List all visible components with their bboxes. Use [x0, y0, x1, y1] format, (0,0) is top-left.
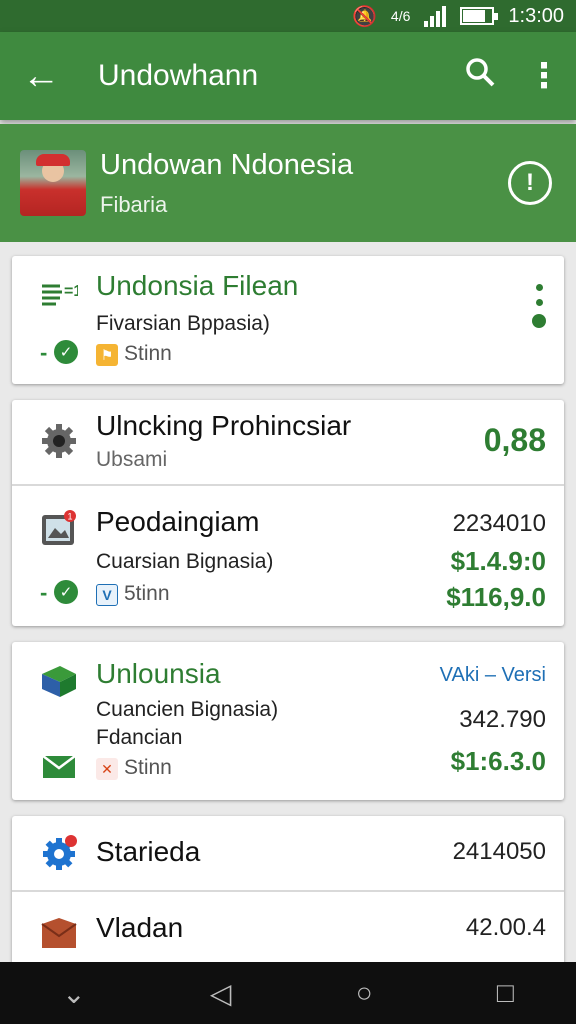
- settings-card: Starieda 2414050 Vladan 42.00.4: [12, 816, 564, 986]
- system-nav-bar: ⌄ ◁ ○ □: [0, 962, 576, 1024]
- item-amount: $1:6.3.0: [450, 746, 546, 776]
- item-value: 42.00.4: [465, 914, 546, 941]
- settings-gear-icon: [40, 834, 78, 872]
- item-amount: $116,9.0: [446, 582, 546, 612]
- list-numbers-icon: =1: [40, 274, 78, 312]
- more-vert-icon[interactable]: ⋮: [512, 56, 576, 96]
- info-icon[interactable]: !: [508, 161, 552, 205]
- card-title: Undonsia Filean: [96, 270, 299, 301]
- profile-subtitle: Fibaria: [100, 191, 168, 217]
- dash-mark: -: [40, 580, 48, 605]
- status-label: 5tinn: [124, 582, 170, 605]
- status-label: Stinn: [124, 756, 172, 779]
- item-amount: $1.4.9:0: [450, 546, 546, 576]
- item-subtitle: Cuarsian Bignasia): [96, 550, 274, 573]
- card-line: Fdancian: [96, 726, 183, 749]
- card-title: Unlounsia: [96, 658, 221, 689]
- card-subtitle: Fivarsian Bppasia): [96, 312, 270, 335]
- item-value: 342.790: [459, 706, 546, 733]
- network-label: 4/6: [390, 8, 411, 24]
- gear-icon: [40, 422, 78, 460]
- item-value: 2234010: [452, 510, 546, 537]
- recents-square-icon[interactable]: □: [497, 977, 514, 1009]
- status-tag-icon: V: [96, 584, 118, 606]
- item-subtitle: Ubsami: [96, 448, 168, 471]
- signal-icon: [424, 5, 447, 27]
- page-title: Undowhann: [98, 59, 259, 92]
- check-icon: ✓: [54, 580, 78, 604]
- battery-icon: [460, 7, 499, 25]
- item-title: Starieda: [96, 836, 201, 867]
- svg-text:=1: =1: [64, 283, 78, 300]
- file-card[interactable]: =1 Undonsia Filean Fivarsian Bppasia) - …: [12, 256, 564, 384]
- profile-name: Undowan Ndonesia: [100, 148, 354, 181]
- status-bar: 🔕 4/6 1:3:00: [0, 0, 576, 32]
- status-label: Stinn: [124, 342, 172, 365]
- overflow-dots-icon[interactable]: [530, 284, 548, 328]
- status-tag-icon: ✕: [96, 758, 118, 780]
- item-title: Vladan: [96, 912, 184, 943]
- item-title: Ulncking Prohincsiar: [96, 410, 352, 441]
- search-icon[interactable]: [448, 57, 512, 95]
- mail-icon: [40, 748, 78, 786]
- item-value: 2414050: [452, 838, 546, 865]
- status-tag-icon: ⚑: [96, 344, 118, 366]
- list-item[interactable]: Starieda 2414050: [12, 816, 564, 890]
- dash-mark: -: [40, 340, 48, 365]
- chevron-down-icon[interactable]: ⌄: [62, 977, 85, 1010]
- mute-icon: 🔕: [352, 5, 377, 28]
- item-title: Peodaingiam: [96, 506, 260, 537]
- app-bar: ← Undowhann ⋮: [0, 32, 576, 120]
- profile-header[interactable]: Undowan Ndonesia Fibaria !: [0, 124, 576, 242]
- avatar: [20, 150, 86, 216]
- list-item[interactable]: 1 Peodaingiam Cuarsian Bignasia) - ✓ V 5…: [12, 484, 564, 624]
- package-icon: [40, 662, 78, 700]
- item-value: 0,88: [483, 422, 546, 458]
- check-icon: ✓: [54, 340, 78, 364]
- back-arrow-icon[interactable]: ←: [0, 55, 82, 98]
- inbox-icon: [40, 914, 78, 952]
- list-item[interactable]: Ulncking Prohincsiar Ubsami 0,88: [12, 400, 564, 484]
- clock: 1:3:00: [508, 4, 564, 27]
- card-line: Cuancien Bignasia): [96, 698, 279, 721]
- settings-card: Ulncking Prohincsiar Ubsami 0,88 1 Peoda…: [12, 400, 564, 626]
- photo-icon: 1: [40, 510, 78, 548]
- version-tag[interactable]: VAki – Versi: [440, 664, 546, 687]
- svg-text:1: 1: [68, 512, 73, 522]
- package-card[interactable]: Unlounsia Cuancien Bignasia) Fdancian ✕ …: [12, 642, 564, 800]
- home-circle-icon[interactable]: ○: [356, 977, 373, 1009]
- back-triangle-icon[interactable]: ◁: [210, 977, 232, 1010]
